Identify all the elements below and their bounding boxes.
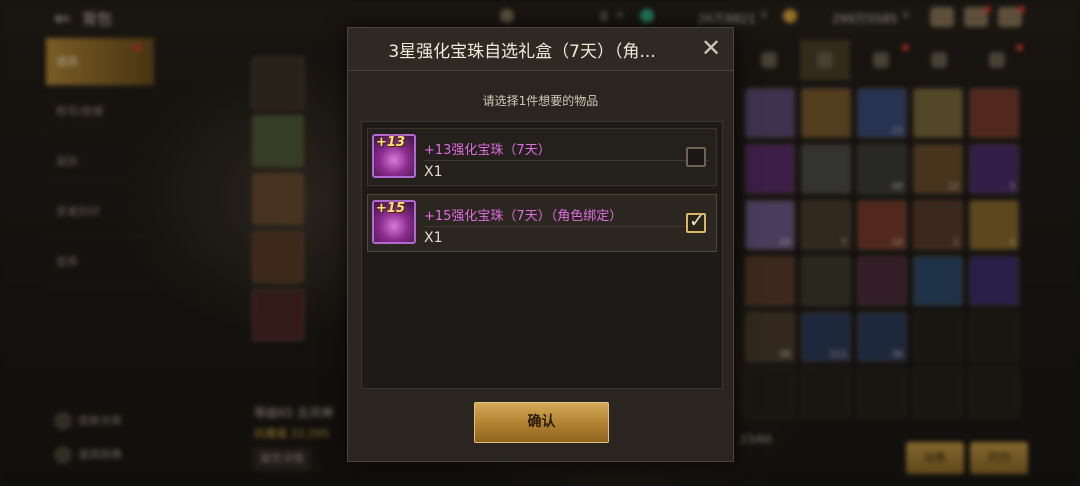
option-checkbox[interactable]: ✓ [686,210,706,233]
dialog-header: 3星强化宝珠自选礼盒（7天）（角... ✕ [348,28,733,71]
option-level-badge: +13 [376,135,405,150]
enhance-orb-icon: +13 [372,134,416,178]
confirm-button[interactable]: 确认 [474,402,609,443]
option-item[interactable]: +13 +13强化宝珠（7天） X1 [367,128,717,186]
option-checkbox[interactable] [686,147,706,167]
dialog-instruction: 请选择1件想要的物品 [482,94,599,108]
enhance-orb-icon: +15 [372,200,416,244]
option-level-badge: +15 [376,201,405,216]
option-item[interactable]: +15 +15强化宝珠（7天）（角色绑定） X1 ✓ [367,194,717,252]
checkmark-icon: ✓ [689,210,705,232]
dialog-title: 3星强化宝珠自选礼盒（7天）（角... [388,42,656,62]
close-button[interactable]: ✕ [697,34,725,62]
option-divider [424,160,709,161]
option-name: +15强化宝珠（7天）（角色绑定） [424,209,623,224]
close-icon: ✕ [700,34,722,62]
option-quantity: X1 [424,230,443,246]
option-quantity: X1 [424,164,443,180]
option-list: +13 +13强化宝珠（7天） X1 +15 +15强化宝珠（7天）（角色绑定）… [361,121,723,389]
option-name: +13强化宝珠（7天） [424,143,551,158]
option-divider [424,226,709,227]
gift-box-select-dialog: 3星强化宝珠自选礼盒（7天）（角... ✕ 请选择1件想要的物品 +13 +13… [347,27,734,462]
